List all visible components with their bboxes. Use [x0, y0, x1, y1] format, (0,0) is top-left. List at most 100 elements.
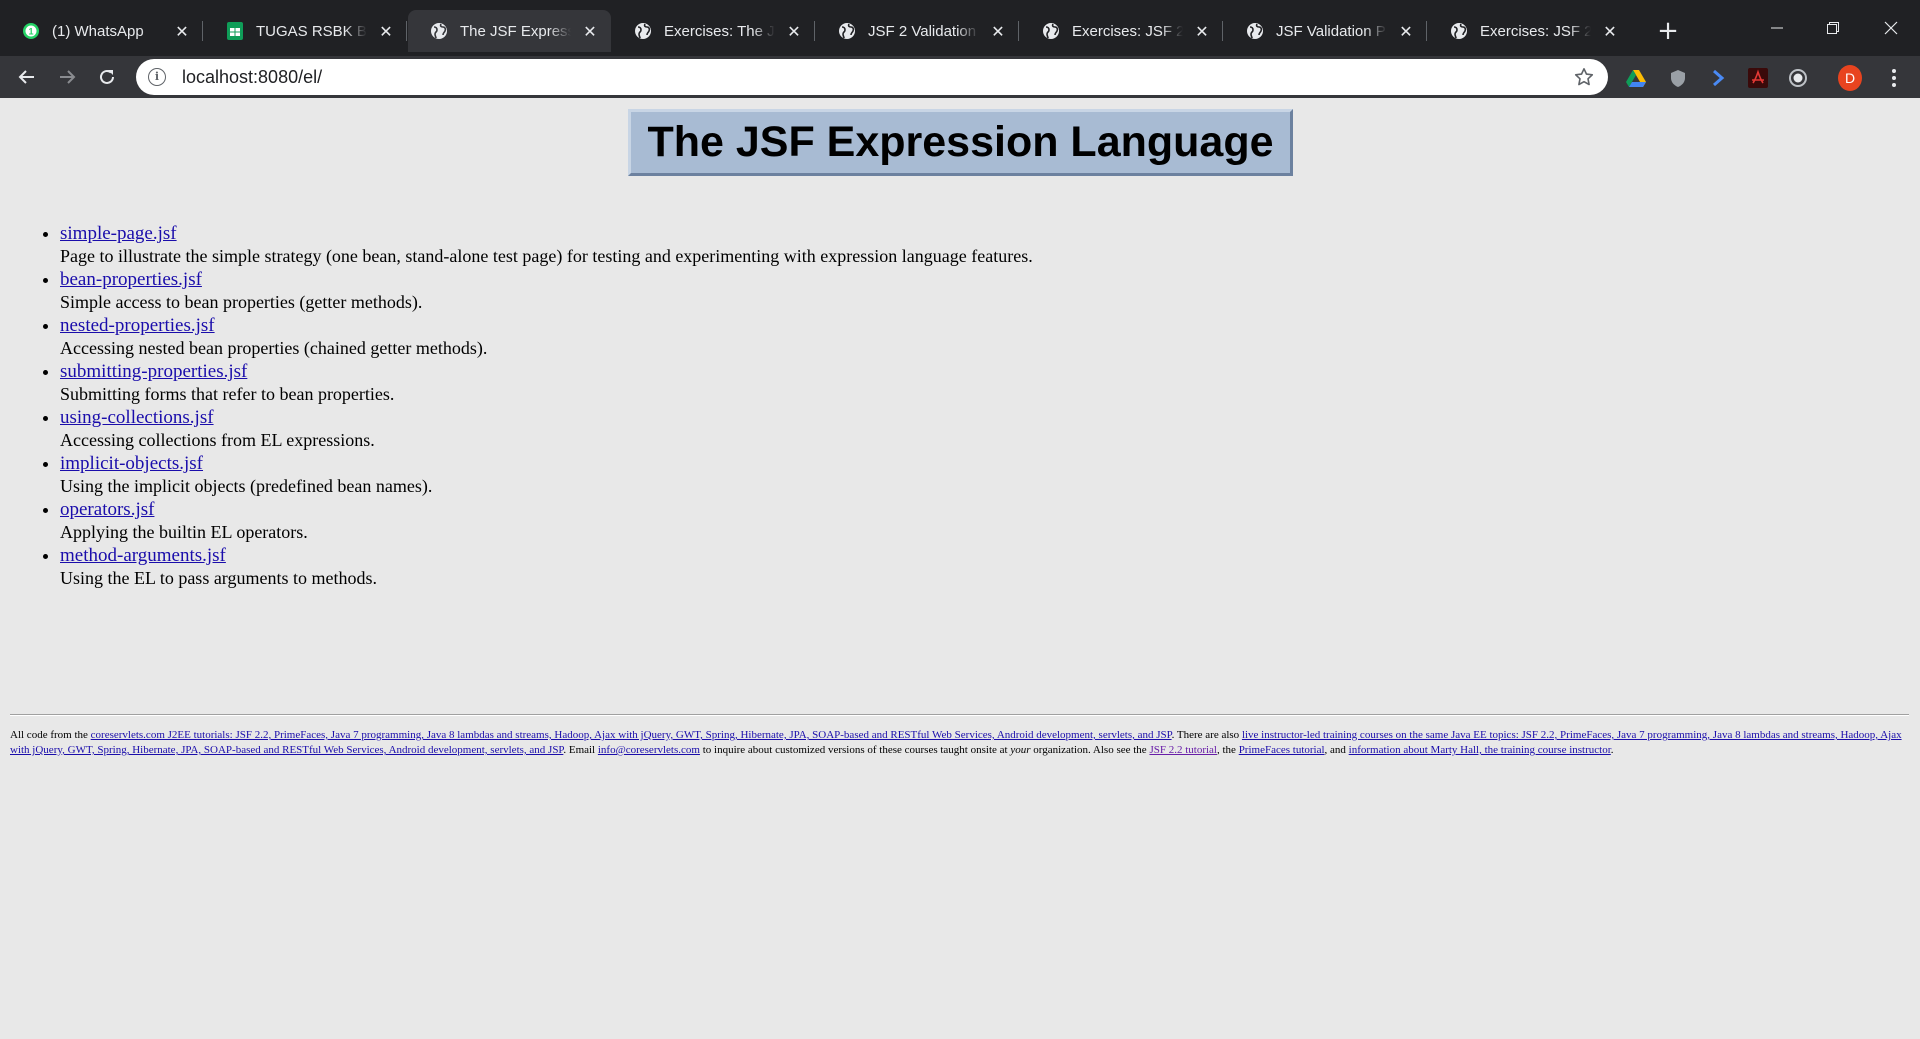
forward-button[interactable] [52, 62, 82, 92]
tab-jsf2-validation[interactable]: JSF 2 Validation Pa ✕ [816, 10, 1019, 52]
tab-separator [814, 21, 815, 41]
close-icon[interactable]: ✕ [1395, 20, 1417, 42]
link-using-collections[interactable]: using-collections.jsf [60, 407, 214, 428]
close-window-button[interactable] [1866, 12, 1916, 44]
bookmark-star-icon[interactable] [1572, 65, 1596, 89]
item-description: Accessing collections from EL expression… [60, 430, 375, 450]
sheets-icon [226, 22, 244, 40]
item-description: Using the implicit objects (predefined b… [60, 476, 433, 496]
item-description: Submitting forms that refer to bean prop… [60, 384, 395, 404]
new-tab-button[interactable]: + [1652, 16, 1684, 48]
tab-strip: 1 (1) WhatsApp ✕ TUGAS RSBK B - Go ✕ The… [0, 0, 1920, 56]
close-icon[interactable]: ✕ [987, 20, 1009, 42]
close-icon[interactable]: ✕ [1599, 20, 1621, 42]
tab-exercises-jsf2-val[interactable]: Exercises: JSF 2 Val ✕ [1020, 10, 1223, 52]
browser-menu-button[interactable] [1882, 66, 1906, 90]
tab-whatsapp[interactable]: 1 (1) WhatsApp ✕ [0, 10, 203, 52]
tab-separator [1018, 21, 1019, 41]
footer-link-jsf-tutorial[interactable]: JSF 2.2 tutorial [1149, 744, 1217, 756]
tab-tugas-rsbk[interactable]: TUGAS RSBK B - Go ✕ [204, 10, 407, 52]
tab-title: Exercises: The JSF [664, 22, 775, 40]
tab-title: (1) WhatsApp [52, 22, 144, 40]
shield-extension-icon[interactable] [1666, 66, 1690, 90]
close-window-icon [1884, 21, 1898, 35]
close-icon[interactable]: ✕ [783, 20, 805, 42]
back-arrow-icon [18, 70, 34, 84]
tab-title: Exercises: JSF 2 Val [1072, 22, 1183, 40]
item-description: Applying the builtin EL operators. [60, 522, 308, 542]
list-item: operators.jsf Applying the builtin EL op… [60, 498, 1033, 544]
footer-divider [10, 714, 1909, 716]
info-icon[interactable]: i [148, 68, 166, 86]
minimize-button[interactable] [1752, 12, 1802, 44]
list-item: nested-properties.jsf Accessing nested b… [60, 314, 1033, 360]
footer-text-segment: , and [1324, 744, 1349, 756]
link-implicit-objects[interactable]: implicit-objects.jsf [60, 453, 203, 474]
footer-link-tutorials[interactable]: coreservlets.com J2EE tutorials: JSF 2.2… [91, 729, 1172, 741]
footer-text: All code from the coreservlets.com J2EE … [10, 728, 1905, 758]
list-item: simple-page.jsf Page to illustrate the s… [60, 222, 1033, 268]
link-submitting-properties[interactable]: submitting-properties.jsf [60, 361, 247, 382]
tab-title: Exercises: JSF 2 Val [1480, 22, 1591, 40]
tab-exercises-jsf[interactable]: Exercises: The JSF ✕ [612, 10, 815, 52]
back-button[interactable] [12, 62, 42, 92]
globe-icon [1246, 22, 1264, 40]
restore-icon [1827, 22, 1839, 34]
page-title-box: The JSF Expression Language [628, 109, 1293, 176]
tab-title: TUGAS RSBK B - Go [256, 22, 367, 40]
close-icon[interactable]: ✕ [375, 20, 397, 42]
footer-link-primefaces-tutorial[interactable]: PrimeFaces tutorial [1239, 744, 1325, 756]
whatsapp-icon: 1 [22, 22, 40, 40]
close-icon[interactable]: ✕ [579, 20, 601, 42]
footer-text-segment: All code from the [10, 729, 91, 741]
footer-text-segment: to inquire about customized versions of … [699, 744, 1011, 756]
globe-icon [1450, 22, 1468, 40]
url-text[interactable]: localhost:8080/el/ [182, 67, 1572, 88]
address-bar[interactable]: i localhost:8080/el/ [136, 59, 1608, 95]
google-drive-extension-icon[interactable] [1624, 66, 1648, 90]
profile-avatar[interactable]: D [1838, 65, 1862, 91]
browser-toolbar: i localhost:8080/el/ D [0, 56, 1920, 98]
link-operators[interactable]: operators.jsf [60, 499, 154, 520]
tab-separator [406, 21, 407, 41]
footer-text-segment: . Email [563, 744, 598, 756]
link-bean-properties[interactable]: bean-properties.jsf [60, 269, 202, 290]
globe-icon [634, 22, 652, 40]
page-content: The JSF Expression Language simple-page.… [0, 98, 1920, 1039]
tab-jsf-validation-part[interactable]: JSF Validation Part ✕ [1224, 10, 1427, 52]
item-description: Page to illustrate the simple strategy (… [60, 246, 1033, 266]
item-description: Accessing nested bean properties (chaine… [60, 338, 488, 358]
restore-button[interactable] [1808, 12, 1858, 44]
circle-extension-icon[interactable] [1786, 66, 1810, 90]
footer-link-marty-hall[interactable]: information about Marty Hall, the traini… [1349, 744, 1611, 756]
tab-jsf-expression[interactable]: The JSF Expression ✕ [408, 10, 611, 52]
pdf-extension-icon[interactable] [1746, 66, 1770, 90]
close-icon[interactable]: ✕ [171, 20, 193, 42]
globe-icon [1042, 22, 1060, 40]
page-title: The JSF Expression Language [647, 118, 1274, 166]
close-icon[interactable]: ✕ [1191, 20, 1213, 42]
tab-title: The JSF Expression [460, 22, 571, 40]
item-description: Simple access to bean properties (getter… [60, 292, 423, 312]
tab-separator [1222, 21, 1223, 41]
more-vertical-icon [1892, 69, 1896, 87]
footer-link-email[interactable]: info@coreservlets.com [598, 744, 700, 756]
example-pages-list: simple-page.jsf Page to illustrate the s… [40, 222, 1033, 590]
minimize-icon [1771, 27, 1783, 29]
footer-text-segment: organization. Also see the [1030, 744, 1150, 756]
globe-icon [838, 22, 856, 40]
link-method-arguments[interactable]: method-arguments.jsf [60, 545, 226, 566]
reload-button[interactable] [92, 62, 122, 92]
tab-separator [1426, 21, 1427, 41]
reload-icon [100, 69, 114, 84]
tab-title: JSF Validation Part [1276, 22, 1387, 40]
list-item: using-collections.jsf Accessing collecti… [60, 406, 1033, 452]
tab-exercises-jsf2-val-2[interactable]: Exercises: JSF 2 Val ✕ [1428, 10, 1631, 52]
link-simple-page[interactable]: simple-page.jsf [60, 223, 177, 244]
link-nested-properties[interactable]: nested-properties.jsf [60, 315, 215, 336]
list-item: bean-properties.jsf Simple access to bea… [60, 268, 1033, 314]
chevron-right-extension-icon[interactable] [1706, 66, 1730, 90]
tab-title: JSF 2 Validation Pa [868, 22, 979, 40]
footer-text-segment: . There are also [1171, 729, 1242, 741]
list-item: method-arguments.jsf Using the EL to pas… [60, 544, 1033, 590]
